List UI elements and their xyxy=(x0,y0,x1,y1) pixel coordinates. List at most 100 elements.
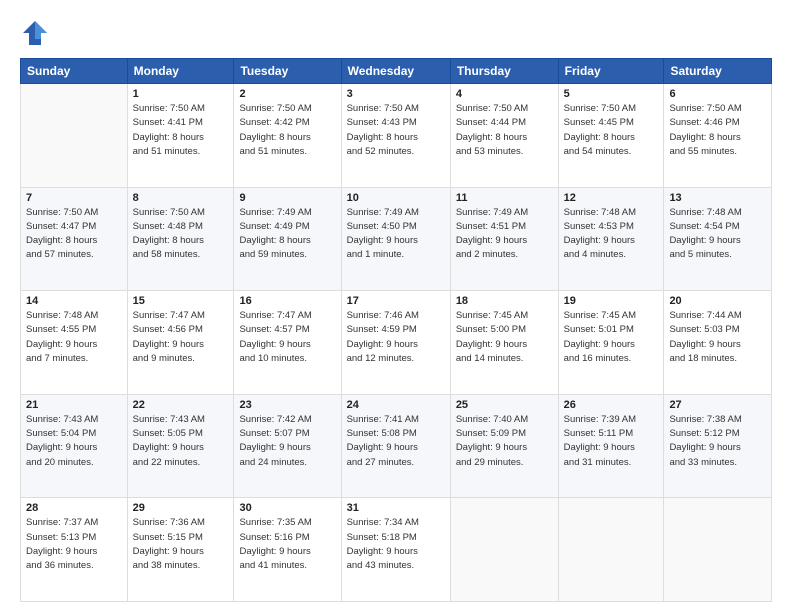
day-number: 6 xyxy=(669,88,766,100)
day-number: 1 xyxy=(133,88,229,100)
day-detail: Sunrise: 7:48 AMSunset: 4:54 PMDaylight:… xyxy=(669,206,766,263)
cell-3-2: 15Sunrise: 7:47 AMSunset: 4:56 PMDayligh… xyxy=(127,291,234,395)
cell-2-2: 8 Sunrise: 7:50 AMSunset: 4:48 PMDaylight… xyxy=(127,187,234,291)
day-number: 18 xyxy=(456,295,553,307)
col-header-friday: Friday xyxy=(558,59,664,84)
cell-4-5: 25 Sunrise: 7:40 AMSunset: 5:09 PMDayligh… xyxy=(450,394,558,498)
day-detail: Sunrise: 7:45 AMSunset: 5:00 PMDaylight:… xyxy=(456,309,553,366)
day-number: 26 xyxy=(564,399,659,411)
cell-2-3: 9 Sunrise: 7:49 AMSunset: 4:49 PMDaylight… xyxy=(234,187,341,291)
day-detail: Sunrise: 7:50 AMSunset: 4:41 PMDaylight:… xyxy=(133,102,229,159)
day-number: 19 xyxy=(564,295,659,307)
day-detail: Sunrise: 7:50 AMSunset: 4:42 PMDaylight:… xyxy=(239,102,335,159)
cell-2-7: 13 Sunrise: 7:48 AMSunset: 4:54 PMDayligh… xyxy=(664,187,772,291)
day-number: 16 xyxy=(239,295,335,307)
cell-5-5 xyxy=(450,498,558,602)
day-number: 25 xyxy=(456,399,553,411)
day-number: 27 xyxy=(669,399,766,411)
day-detail: Sunrise: 7:36 AMSunset: 5:15 PMDaylight:… xyxy=(133,516,229,573)
day-number: 29 xyxy=(133,502,229,514)
day-number: 30 xyxy=(239,502,335,514)
col-header-tuesday: Tuesday xyxy=(234,59,341,84)
cell-5-3: 30 Sunrise: 7:35 AMSunset: 5:16 PMDayligh… xyxy=(234,498,341,602)
day-detail: Sunrise: 7:41 AMSunset: 5:08 PMDaylight:… xyxy=(347,413,445,470)
day-detail: Sunrise: 7:37 AMSunset: 5:13 PMDaylight:… xyxy=(26,516,122,573)
day-detail: Sunrise: 7:50 AMSunset: 4:44 PMDaylight:… xyxy=(456,102,553,159)
cell-2-4: 10Sunrise: 7:49 AMSunset: 4:50 PMDayligh… xyxy=(341,187,450,291)
week-row-5: 28 Sunrise: 7:37 AMSunset: 5:13 PMDayligh… xyxy=(21,498,772,602)
day-detail: Sunrise: 7:50 AMSunset: 4:47 PMDaylight:… xyxy=(26,206,122,263)
day-detail: Sunrise: 7:45 AMSunset: 5:01 PMDaylight:… xyxy=(564,309,659,366)
day-detail: Sunrise: 7:38 AMSunset: 5:12 PMDaylight:… xyxy=(669,413,766,470)
day-number: 21 xyxy=(26,399,122,411)
day-detail: Sunrise: 7:48 AMSunset: 4:55 PMDaylight:… xyxy=(26,309,122,366)
cell-4-3: 23 Sunrise: 7:42 AMSunset: 5:07 PMDayligh… xyxy=(234,394,341,498)
col-header-saturday: Saturday xyxy=(664,59,772,84)
page: SundayMondayTuesdayWednesdayThursdayFrid… xyxy=(0,0,792,612)
day-number: 3 xyxy=(347,88,445,100)
day-number: 24 xyxy=(347,399,445,411)
day-detail: Sunrise: 7:44 AMSunset: 5:03 PMDaylight:… xyxy=(669,309,766,366)
cell-2-1: 7 Sunrise: 7:50 AMSunset: 4:47 PMDaylight… xyxy=(21,187,128,291)
day-number: 8 xyxy=(133,192,229,204)
logo xyxy=(20,18,54,48)
cell-1-4: 3 Sunrise: 7:50 AMSunset: 4:43 PMDaylight… xyxy=(341,84,450,188)
cell-5-2: 29 Sunrise: 7:36 AMSunset: 5:15 PMDayligh… xyxy=(127,498,234,602)
cell-3-5: 18 Sunrise: 7:45 AMSunset: 5:00 PMDayligh… xyxy=(450,291,558,395)
day-detail: Sunrise: 7:49 AMSunset: 4:51 PMDaylight:… xyxy=(456,206,553,263)
day-detail: Sunrise: 7:50 AMSunset: 4:43 PMDaylight:… xyxy=(347,102,445,159)
day-number: 5 xyxy=(564,88,659,100)
day-detail: Sunrise: 7:42 AMSunset: 5:07 PMDaylight:… xyxy=(239,413,335,470)
cell-1-7: 6 Sunrise: 7:50 AMSunset: 4:46 PMDaylight… xyxy=(664,84,772,188)
day-number: 4 xyxy=(456,88,553,100)
cell-1-3: 2Sunrise: 7:50 AMSunset: 4:42 PMDaylight… xyxy=(234,84,341,188)
cell-3-1: 14 Sunrise: 7:48 AMSunset: 4:55 PMDayligh… xyxy=(21,291,128,395)
cell-2-5: 11Sunrise: 7:49 AMSunset: 4:51 PMDayligh… xyxy=(450,187,558,291)
day-number: 10 xyxy=(347,192,445,204)
header-row: SundayMondayTuesdayWednesdayThursdayFrid… xyxy=(21,59,772,84)
col-header-monday: Monday xyxy=(127,59,234,84)
day-number: 14 xyxy=(26,295,122,307)
header xyxy=(20,18,772,48)
col-header-thursday: Thursday xyxy=(450,59,558,84)
day-detail: Sunrise: 7:50 AMSunset: 4:48 PMDaylight:… xyxy=(133,206,229,263)
day-number: 7 xyxy=(26,192,122,204)
day-number: 17 xyxy=(347,295,445,307)
cell-4-1: 21 Sunrise: 7:43 AMSunset: 5:04 PMDayligh… xyxy=(21,394,128,498)
cell-3-6: 19 Sunrise: 7:45 AMSunset: 5:01 PMDayligh… xyxy=(558,291,664,395)
day-number: 13 xyxy=(669,192,766,204)
day-detail: Sunrise: 7:46 AMSunset: 4:59 PMDaylight:… xyxy=(347,309,445,366)
day-detail: Sunrise: 7:50 AMSunset: 4:45 PMDaylight:… xyxy=(564,102,659,159)
day-detail: Sunrise: 7:50 AMSunset: 4:46 PMDaylight:… xyxy=(669,102,766,159)
cell-4-7: 27 Sunrise: 7:38 AMSunset: 5:12 PMDayligh… xyxy=(664,394,772,498)
day-number: 22 xyxy=(133,399,229,411)
cell-5-1: 28 Sunrise: 7:37 AMSunset: 5:13 PMDayligh… xyxy=(21,498,128,602)
day-detail: Sunrise: 7:34 AMSunset: 5:18 PMDaylight:… xyxy=(347,516,445,573)
cell-4-2: 22 Sunrise: 7:43 AMSunset: 5:05 PMDayligh… xyxy=(127,394,234,498)
day-number: 28 xyxy=(26,502,122,514)
day-detail: Sunrise: 7:39 AMSunset: 5:11 PMDaylight:… xyxy=(564,413,659,470)
cell-3-7: 20Sunrise: 7:44 AMSunset: 5:03 PMDayligh… xyxy=(664,291,772,395)
logo-icon xyxy=(20,18,50,48)
col-header-sunday: Sunday xyxy=(21,59,128,84)
day-number: 9 xyxy=(239,192,335,204)
day-number: 12 xyxy=(564,192,659,204)
week-row-2: 7 Sunrise: 7:50 AMSunset: 4:47 PMDaylight… xyxy=(21,187,772,291)
day-detail: Sunrise: 7:48 AMSunset: 4:53 PMDaylight:… xyxy=(564,206,659,263)
day-detail: Sunrise: 7:43 AMSunset: 5:04 PMDaylight:… xyxy=(26,413,122,470)
cell-3-4: 17 Sunrise: 7:46 AMSunset: 4:59 PMDayligh… xyxy=(341,291,450,395)
day-number: 15 xyxy=(133,295,229,307)
cell-2-6: 12 Sunrise: 7:48 AMSunset: 4:53 PMDayligh… xyxy=(558,187,664,291)
day-detail: Sunrise: 7:35 AMSunset: 5:16 PMDaylight:… xyxy=(239,516,335,573)
cell-1-6: 5 Sunrise: 7:50 AMSunset: 4:45 PMDaylight… xyxy=(558,84,664,188)
cell-1-1 xyxy=(21,84,128,188)
calendar-table: SundayMondayTuesdayWednesdayThursdayFrid… xyxy=(20,58,772,602)
week-row-1: 1 Sunrise: 7:50 AMSunset: 4:41 PMDaylight… xyxy=(21,84,772,188)
cell-4-4: 24 Sunrise: 7:41 AMSunset: 5:08 PMDayligh… xyxy=(341,394,450,498)
day-detail: Sunrise: 7:40 AMSunset: 5:09 PMDaylight:… xyxy=(456,413,553,470)
cell-5-6 xyxy=(558,498,664,602)
day-detail: Sunrise: 7:43 AMSunset: 5:05 PMDaylight:… xyxy=(133,413,229,470)
day-detail: Sunrise: 7:49 AMSunset: 4:49 PMDaylight:… xyxy=(239,206,335,263)
day-number: 23 xyxy=(239,399,335,411)
col-header-wednesday: Wednesday xyxy=(341,59,450,84)
